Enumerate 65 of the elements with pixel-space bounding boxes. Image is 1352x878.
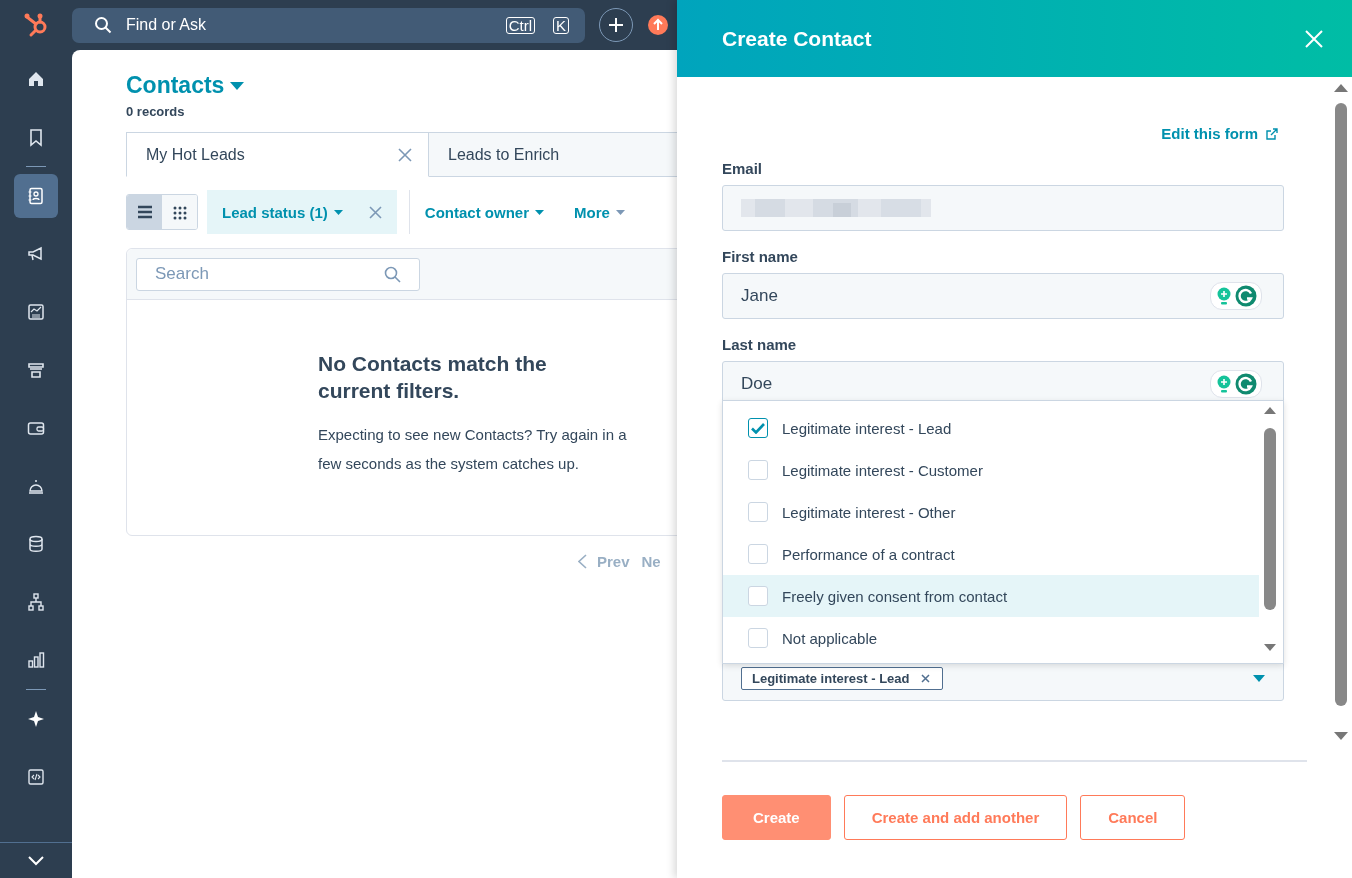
home-icon (26, 69, 46, 89)
dropdown-option[interactable]: Not applicable (723, 617, 1259, 659)
field-label: Email (722, 160, 764, 177)
dropdown-option[interactable]: Legitimate interest - Customer (723, 449, 1259, 491)
view-tab[interactable]: Leads to Enrich (429, 132, 677, 177)
field-label: Last name (722, 336, 798, 353)
dropdown-option[interactable]: Legitimate interest - Other (723, 491, 1259, 533)
grid-view-icon (171, 204, 188, 220)
nav-button[interactable] (14, 174, 58, 218)
list-view-icon (136, 204, 153, 220)
close-icon[interactable] (398, 147, 412, 162)
lightbulb-icon (1215, 286, 1233, 306)
writing-assistant-badge[interactable] (1210, 370, 1262, 398)
view-title[interactable]: Contacts (126, 72, 245, 99)
external-link-icon (1266, 127, 1278, 140)
address-book-icon (26, 186, 46, 206)
input-field[interactable] (722, 185, 1284, 231)
bar-chart-icon (26, 650, 46, 670)
database-icon (26, 534, 46, 554)
shortcut-key: K (553, 16, 569, 34)
caret-down-icon (333, 209, 343, 215)
scrollbar-icon (1333, 82, 1349, 742)
report-icon (26, 302, 46, 322)
remove-icon[interactable] (921, 674, 931, 683)
caret-down-icon (1253, 675, 1265, 682)
filter-button[interactable]: Contact owner (409, 190, 560, 234)
hierarchy-icon (26, 592, 46, 612)
plus-icon (608, 17, 624, 33)
selected-tag: Legitimate interest - Lead (741, 667, 944, 690)
view-toggle[interactable] (127, 195, 162, 229)
dropdown-option[interactable]: Performance of a contract (723, 533, 1259, 575)
edit-form-link[interactable]: Edit this form (1161, 125, 1278, 142)
empty-state-text: Expecting to see new Contacts? Try again in a few seconds as the system catches up. (318, 425, 628, 474)
search-field[interactable]: Find or Ask Ctrl K (72, 7, 585, 43)
checkbox[interactable] (748, 418, 768, 438)
panel-title: Create Contact (722, 26, 872, 51)
lightbulb-icon (1215, 374, 1233, 394)
dropdown-option[interactable]: Legitimate interest - Lead (723, 407, 1259, 449)
scrollbar-icon (1263, 405, 1277, 653)
upgrade-icon[interactable] (647, 14, 669, 36)
caret-down-icon (535, 209, 545, 215)
chevron-left-icon (578, 554, 587, 569)
chevron-down-icon (27, 854, 45, 867)
letter-g-icon (1235, 373, 1257, 395)
field-label: First name (722, 248, 799, 265)
record-count: 0 records (126, 104, 186, 119)
view-toggle[interactable] (162, 195, 197, 229)
close-icon[interactable] (368, 205, 382, 219)
shortcut-key: Ctrl (505, 16, 535, 34)
view-tab[interactable]: My Hot Leads (126, 132, 429, 177)
input-field[interactable]: Jane (722, 273, 1284, 319)
caret-down-icon (615, 209, 625, 215)
empty-state-title: No Contacts match the current filters. (318, 351, 548, 404)
dropdown-option[interactable]: Freely given consent from contact (723, 575, 1259, 617)
letter-g-icon (1235, 285, 1257, 307)
writing-assistant-badge[interactable] (1210, 282, 1262, 310)
search-placeholder: Find or Ask (126, 16, 208, 34)
search-icon (94, 16, 112, 34)
code-icon (26, 767, 46, 787)
search-icon (384, 265, 401, 283)
sprocket-logo-icon (23, 12, 49, 38)
filter-button[interactable]: More (559, 190, 640, 234)
checkmark-icon (751, 422, 765, 434)
caret-down-icon (230, 81, 245, 90)
storefront-icon (26, 360, 46, 380)
